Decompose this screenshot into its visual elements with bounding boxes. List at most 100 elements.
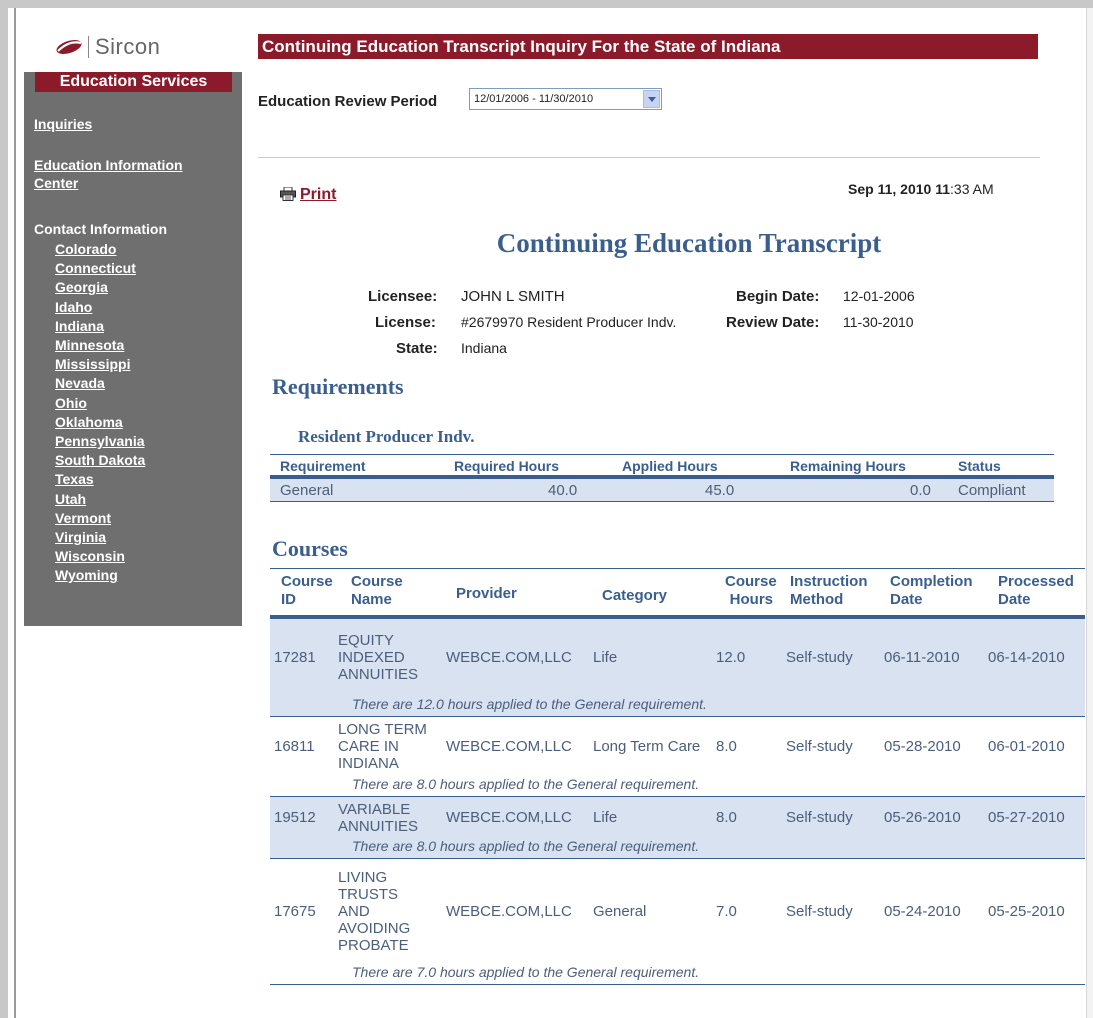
sidebar-state-link[interactable]: Utah xyxy=(55,490,145,509)
begin-date-value: 12-01-2006 xyxy=(843,288,915,304)
state-label: State: xyxy=(396,340,438,357)
sircon-swoosh-icon xyxy=(56,40,82,54)
col-instruction-method: Instruction Method xyxy=(790,573,868,609)
col-course-id-line2: ID xyxy=(281,591,296,608)
sidebar-state-link[interactable]: Pennsylvania xyxy=(55,432,145,451)
course-name: LONG TERM CARE IN INDIANA xyxy=(338,721,427,772)
hours-applied-note: There are 7.0 hours applied to the Gener… xyxy=(352,964,700,980)
course-hours: 12.0 xyxy=(716,649,746,666)
course-name-line: INDEXED xyxy=(338,649,405,666)
course-provider: WEBCE.COM,LLC xyxy=(446,738,572,755)
course-hours: 7.0 xyxy=(716,903,737,920)
sidebar-state-link[interactable]: Virginia xyxy=(55,528,145,547)
sidebar-state-link[interactable]: Vermont xyxy=(55,509,145,528)
col-status: Status xyxy=(958,458,1001,474)
sircon-logo[interactable]: Sircon xyxy=(54,32,160,62)
timestamp-pre: Sep xyxy=(848,181,878,197)
courses-table: Course ID Course Name Provider Category … xyxy=(270,568,1085,985)
course-category: Life xyxy=(593,649,618,666)
table-row: 17675 LIVING TRUSTS AND AVOIDING PROBATE WEBCE… xyxy=(270,859,1085,985)
sidebar-state-link[interactable]: Indiana xyxy=(55,317,145,336)
course-category: Life xyxy=(593,809,618,826)
license-value: #2679970 Resident Producer Indv. xyxy=(461,314,677,330)
col-hours-line2: Hours xyxy=(729,591,773,608)
course-processed-date: 06-01-2010 xyxy=(988,738,1065,755)
course-category: Long Term Care xyxy=(593,738,701,755)
course-completion-date: 05-26-2010 xyxy=(884,809,961,826)
course-id: 17675 xyxy=(274,903,316,920)
col-course-name-line2: Name xyxy=(351,591,392,608)
course-method: Self-study xyxy=(786,903,853,920)
course-name-line: CARE IN xyxy=(338,738,399,755)
timestamp-day: 11 xyxy=(877,181,893,197)
col-completion-line1: Completion xyxy=(890,573,973,590)
sidebar-state-link[interactable]: Minnesota xyxy=(55,336,145,355)
sidebar-state-link[interactable]: Connecticut xyxy=(55,259,145,278)
divider xyxy=(258,157,1040,158)
hours-applied-note: There are 12.0 hours applied to the Gene… xyxy=(352,696,707,712)
course-method: Self-study xyxy=(786,809,853,826)
requirements-subheading: Resident Producer Indv. xyxy=(298,427,475,446)
course-name-line: AND xyxy=(338,903,370,920)
hours-applied-note: There are 8.0 hours applied to the Gener… xyxy=(352,776,700,792)
req-name: General xyxy=(280,482,334,499)
col-method-line1: Instruction xyxy=(790,573,868,590)
col-method-line2: Method xyxy=(790,591,844,608)
course-provider: WEBCE.COM,LLC xyxy=(446,809,572,826)
scrollbar[interactable] xyxy=(1086,8,1093,1018)
sidebar-state-link[interactable]: Wyoming xyxy=(55,566,145,585)
licensee-label: Licensee: xyxy=(368,288,438,305)
sidebar-state-link[interactable]: South Dakota xyxy=(55,451,145,470)
sidebar-state-link[interactable]: Wisconsin xyxy=(55,547,145,566)
col-provider: Provider xyxy=(456,585,517,602)
col-course-hours: Course Hours xyxy=(725,573,777,609)
sidebar-state-link[interactable]: Nevada xyxy=(55,374,145,393)
sidebar: Sircon Education Services Inquiries Educ… xyxy=(24,28,242,626)
sidebar-link-inquiries[interactable]: Inquiries xyxy=(34,116,92,132)
timestamp-post: :33 AM xyxy=(950,181,994,197)
window-left-divider xyxy=(14,8,16,1018)
col-hours-line1: Course xyxy=(725,573,777,590)
licensee-row: Licensee: xyxy=(368,288,437,305)
requirements-header: Requirement Required Hours Applied Hours… xyxy=(270,455,1054,475)
review-date-label: Review Date: xyxy=(726,314,820,331)
review-date-value: 11-30-2010 xyxy=(843,314,914,330)
col-applied-hours: Applied Hours xyxy=(622,458,718,474)
col-requirement: Requirement xyxy=(280,458,366,474)
course-processed-date: 06-14-2010 xyxy=(988,649,1065,666)
sidebar-state-link[interactable]: Ohio xyxy=(55,394,145,413)
sidebar-state-link[interactable]: Idaho xyxy=(55,298,145,317)
course-processed-date: 05-27-2010 xyxy=(988,809,1065,826)
state-links: Colorado Connecticut Georgia Idaho Indiana Mi… xyxy=(55,240,145,586)
course-id: 17281 xyxy=(274,649,316,666)
req-applied: 45.0 xyxy=(705,482,735,499)
licensee-value: JOHN L SMITH xyxy=(461,288,565,305)
sidebar-state-link[interactable]: Texas xyxy=(55,470,145,489)
course-name-line: TRUSTS xyxy=(338,886,398,903)
col-course-name-line1: Course xyxy=(351,573,403,590)
state-row: State: xyxy=(396,340,438,357)
col-processed-line1: Processed xyxy=(998,573,1074,590)
transcript-title: Continuing Education Transcript xyxy=(496,228,882,258)
course-name: LIVING TRUSTS AND AVOIDING PROBATE xyxy=(338,869,410,954)
window-left-border xyxy=(0,8,8,1018)
course-method: Self-study xyxy=(786,649,853,666)
license-row: License: xyxy=(375,314,436,331)
course-hours: 8.0 xyxy=(716,738,737,755)
sidebar-state-link[interactable]: Georgia xyxy=(55,278,145,297)
print-link[interactable]: Print xyxy=(300,186,336,204)
sidebar-state-link[interactable]: Mississippi xyxy=(55,355,145,374)
sidebar-link-education-center[interactable]: Education Information Center xyxy=(34,156,183,192)
col-course-id-line1: Course xyxy=(281,573,333,590)
sidebar-state-link[interactable]: Oklahoma xyxy=(55,413,145,432)
review-period-label: Education Review Period xyxy=(258,93,438,110)
courses-header: Course ID Course Name Provider Category … xyxy=(270,569,1085,615)
window-top-border xyxy=(0,0,1093,8)
review-period-select[interactable]: 12/01/2006 - 11/30/2010 xyxy=(469,88,662,110)
edu-center-line2: Center xyxy=(34,175,79,191)
printer-icon[interactable] xyxy=(280,187,296,201)
course-name: EQUITY INDEXED ANNUITIES xyxy=(338,632,418,683)
review-period-value: 12/01/2006 - 11/30/2010 xyxy=(474,93,594,105)
chevron-down-icon[interactable] xyxy=(643,90,660,108)
course-name-line: AVOIDING xyxy=(338,920,411,937)
